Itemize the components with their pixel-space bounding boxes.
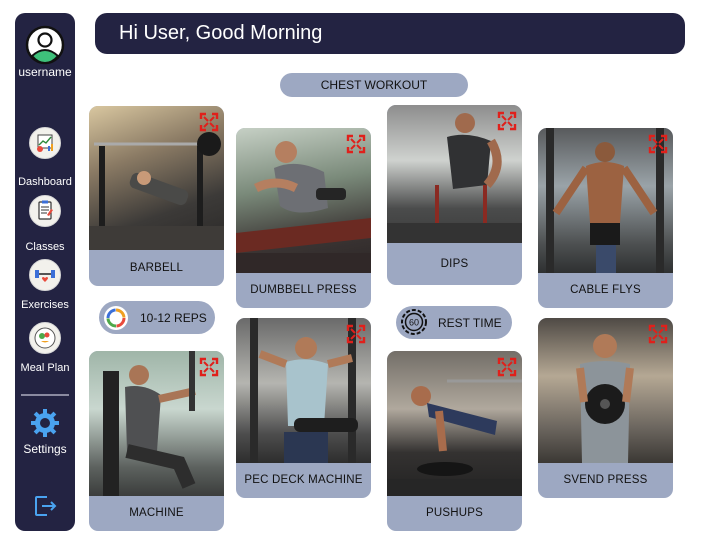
exercise-card-machine-chestpress[interactable]: MACHINE CHESTPRESS xyxy=(89,351,224,531)
exercise-name: BARBELL BENCHPRESS xyxy=(129,262,184,274)
logout-icon xyxy=(35,496,57,516)
exercise-name: CABLE FLYS xyxy=(570,284,641,296)
sidebar-divider xyxy=(21,394,69,396)
exercise-name: DUMBBELL PRESS xyxy=(250,284,357,296)
meal-plate-icon xyxy=(29,322,61,354)
sidebar-item-label: Classes xyxy=(25,241,65,253)
sidebar-item-label: Exercises xyxy=(21,299,69,311)
clipboard-icon xyxy=(29,195,61,227)
exercise-name: SVEND PRESS xyxy=(563,474,648,486)
sidebar-item-classes[interactable]: Classes xyxy=(15,195,75,254)
exercise-name: DIPS xyxy=(440,258,469,270)
dumbbell-press-image xyxy=(236,128,371,273)
exercise-card-dips[interactable]: DIPS xyxy=(387,105,522,285)
svend-press-image xyxy=(538,318,673,463)
profile[interactable]: username xyxy=(15,25,75,79)
logout-button[interactable] xyxy=(33,494,57,518)
timer-60-icon: 60 xyxy=(401,309,427,335)
barbell-benchpress-image xyxy=(89,106,224,250)
sidebar-item-exercises[interactable]: Exercises xyxy=(15,259,75,312)
greeting-title: Hi User, Good Morning xyxy=(119,22,323,44)
timer-60-text: 60 xyxy=(409,318,419,328)
dumbbell-icon xyxy=(29,259,61,291)
exercise-card-pushups[interactable]: PUSHUPS xyxy=(387,351,522,531)
gear-icon xyxy=(31,409,59,437)
expand-icon[interactable] xyxy=(346,134,366,154)
expand-icon[interactable] xyxy=(199,112,219,132)
header-bar: Hi User, Good Morning xyxy=(95,13,685,54)
cable-flys-image xyxy=(538,128,673,273)
exercise-card-svend-press[interactable]: SVEND PRESS xyxy=(538,318,673,498)
exercise-card-barbell-benchpress[interactable]: BARBELL BENCHPRESS xyxy=(89,106,224,286)
user-avatar-icon xyxy=(25,25,65,65)
exercise-name: PEC DECK MACHINE xyxy=(244,474,363,486)
dashboard-chart-icon xyxy=(29,127,61,159)
rest-label: REST TIME xyxy=(438,316,502,330)
expand-icon[interactable] xyxy=(199,357,219,377)
sidebar-item-meal-plan[interactable]: Meal Plan xyxy=(15,322,75,375)
rest-time-pill: 60 REST TIME xyxy=(396,306,512,339)
exercise-card-dumbbell-press[interactable]: DUMBBELL PRESS xyxy=(236,128,371,308)
dips-image xyxy=(387,105,522,243)
exercise-name: MACHINE CHESTPRESS xyxy=(129,507,184,519)
pec-deck-machine-image xyxy=(236,318,371,463)
sidebar-item-settings[interactable]: Settings xyxy=(15,407,75,456)
exercise-card-cable-flys[interactable]: CABLE FLYS xyxy=(538,128,673,308)
sidebar-item-label: Dashboard xyxy=(18,176,72,188)
workout-title: CHEST WORKOUT xyxy=(320,78,428,92)
sidebar-item-label: Settings xyxy=(23,442,67,456)
expand-icon[interactable] xyxy=(648,134,668,154)
expand-icon[interactable] xyxy=(648,324,668,344)
exercise-card-pec-deck-machine[interactable]: PEC DECK MACHINE xyxy=(236,318,371,498)
sidebar: username Dashboard Classes Exercises Mea… xyxy=(15,13,75,531)
cycle-icon xyxy=(104,306,128,330)
expand-icon[interactable] xyxy=(346,324,366,344)
expand-icon[interactable] xyxy=(497,357,517,377)
pushups-image xyxy=(387,351,522,496)
sidebar-item-dashboard[interactable]: Dashboard xyxy=(15,127,75,189)
machine-chestpress-image xyxy=(89,351,224,496)
sidebar-item-label: Meal Plan xyxy=(20,362,70,374)
exercise-name: PUSHUPS xyxy=(426,507,483,519)
reps-pill: 10-12 REPS xyxy=(99,301,215,334)
username-label: username xyxy=(18,65,72,79)
reps-label: 10-12 REPS xyxy=(140,311,207,325)
expand-icon[interactable] xyxy=(497,111,517,131)
workout-title-pill: CHEST WORKOUT xyxy=(280,73,468,97)
